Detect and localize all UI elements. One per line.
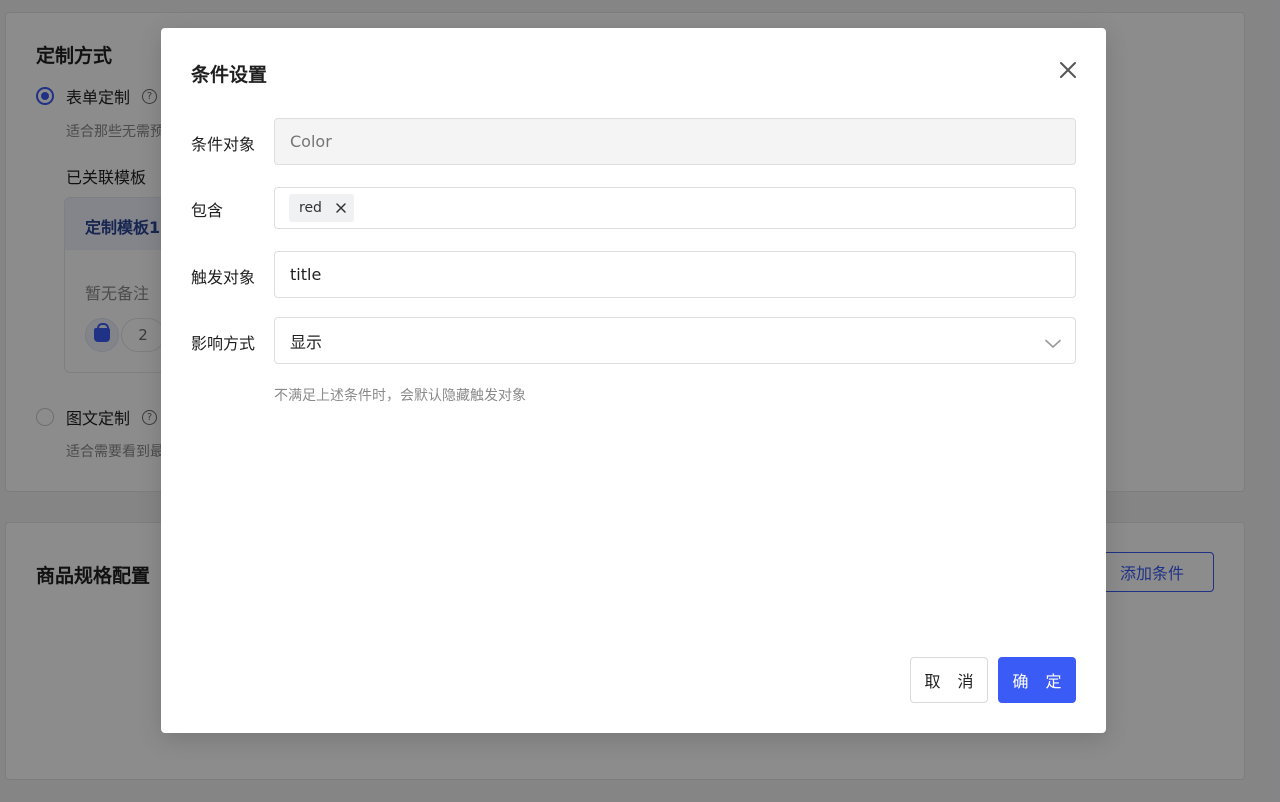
tag-label: red — [299, 200, 322, 216]
chevron-down-icon — [1045, 334, 1061, 353]
condition-object-input — [274, 118, 1076, 165]
effect-mode-select[interactable]: 显示 — [274, 317, 1076, 364]
cancel-button[interactable]: 取 消 — [910, 657, 988, 703]
form-hint: 不满足上述条件时，会默认隐藏触发对象 — [274, 388, 526, 404]
effect-mode-value: 显示 — [290, 332, 323, 352]
tag-close-icon[interactable] — [336, 203, 346, 213]
confirm-button[interactable]: 确 定 — [998, 657, 1076, 703]
tag-red: red — [289, 194, 354, 222]
close-icon[interactable] — [1056, 58, 1080, 82]
modal-title: 条件设置 — [191, 64, 268, 86]
condition-settings-modal: 条件设置 条件对象 包含 red 触发对象 影响方式 显示 不满足上述条件时，会… — [161, 28, 1106, 733]
trigger-object-label: 触发对象 — [191, 268, 256, 287]
contains-tag-input[interactable]: red — [274, 187, 1076, 229]
effect-mode-label: 影响方式 — [191, 334, 256, 353]
contains-label: 包含 — [191, 201, 224, 220]
condition-object-label: 条件对象 — [191, 135, 256, 154]
trigger-object-input[interactable] — [274, 251, 1076, 298]
